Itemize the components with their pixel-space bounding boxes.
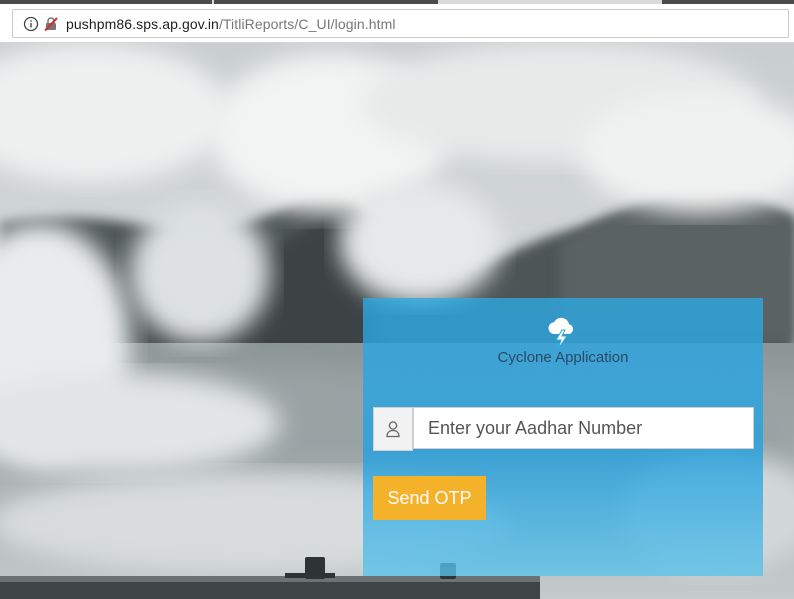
send-otp-button[interactable]: Send OTP <box>373 476 486 520</box>
url-host: pushpm86.sps.ap.gov.in <box>66 16 219 32</box>
app-title: Cyclone Application <box>497 349 629 366</box>
url-path: /TitliReports/C_UI/login.html <box>218 16 396 32</box>
address-bar: pushpm86.sps.ap.gov.in/TitliReports/C_UI… <box>0 4 794 43</box>
login-panel: Cyclone Application Send OTP <box>363 298 763 576</box>
input-addon <box>373 407 413 451</box>
aadhar-input-group <box>373 407 754 451</box>
user-icon <box>386 421 400 438</box>
cloud-lightning-icon <box>548 317 574 350</box>
login-page: Cyclone Application Send OTP <box>0 43 794 599</box>
not-secure-icon[interactable] <box>43 16 59 32</box>
info-icon[interactable] <box>23 16 39 32</box>
aadhar-number-input[interactable] <box>413 407 754 449</box>
url-box[interactable]: pushpm86.sps.ap.gov.in/TitliReports/C_UI… <box>12 9 789 38</box>
url-text[interactable]: pushpm86.sps.ap.gov.in/TitliReports/C_UI… <box>66 16 396 32</box>
